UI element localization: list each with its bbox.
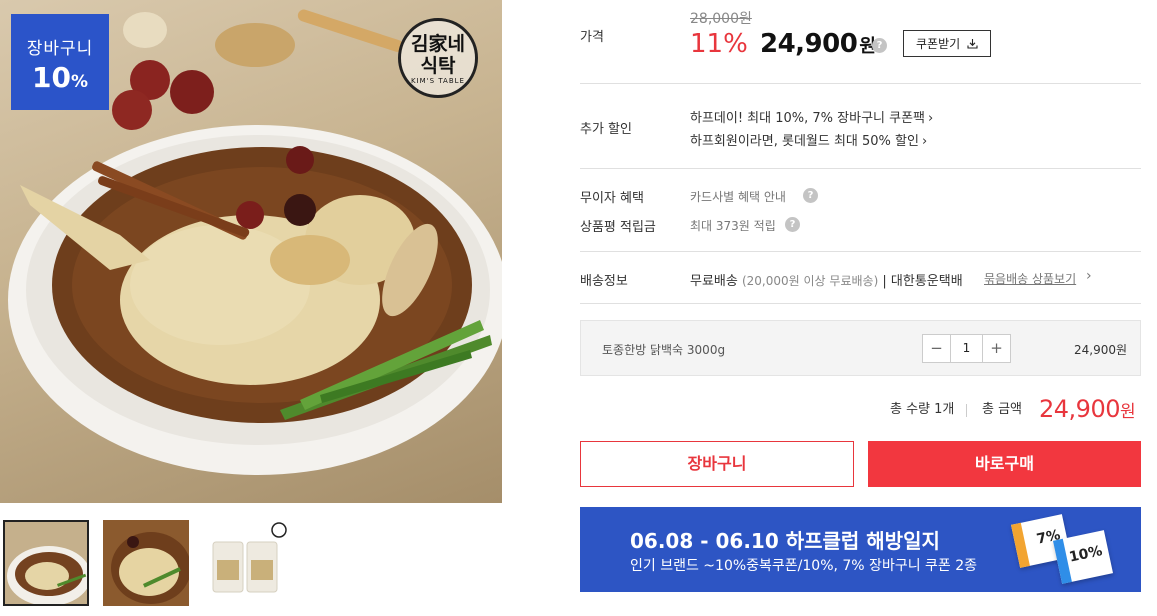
main-product-image: 장바구니 10% 김家네 식탁 KIM'S TABLE (0, 0, 502, 503)
chevron-right-icon: › (921, 134, 928, 149)
cart-discount-badge: 장바구니 10% (11, 14, 109, 110)
download-icon (967, 39, 978, 49)
thumbnail-3[interactable] (203, 520, 289, 606)
review-points-value: 최대 373원 적립 (690, 219, 776, 233)
quantity-minus-button[interactable]: − (923, 335, 950, 362)
thumbnail-image (203, 520, 289, 606)
banner-subtitle: 인기 브랜드 ~10%중복쿠폰/10%, 7% 장바구니 쿠폰 2종 (630, 558, 978, 574)
thumbnail-image (5, 522, 87, 604)
original-price: 28,000원 (690, 11, 752, 27)
coupon-ticket-10: 10% (1052, 530, 1114, 584)
sale-price: 24,900 원 (760, 29, 876, 59)
extra-discount-link-2[interactable]: 하프회원이라면, 롯데월드 최대 50% 할인 › (690, 130, 927, 149)
thumbnail-image (103, 520, 189, 606)
extra-discount-link-1[interactable]: 하프데이! 최대 10%, 7% 장바구니 쿠폰팩 › (690, 107, 933, 126)
badge-percent: 10% (31, 61, 88, 94)
discount-rate: 11% (690, 29, 748, 59)
divider (580, 251, 1141, 252)
chevron-right-icon: › (928, 111, 934, 126)
quantity-stepper: − 1 + (922, 334, 1011, 363)
bundle-shipping-link[interactable]: 묶음배송 상품보기 (984, 270, 1076, 287)
price-label: 가격 (580, 30, 604, 45)
total-quantity: 총 수량 1개 (890, 402, 955, 417)
divider (580, 168, 1141, 169)
extra-discount-label: 추가 할인 (580, 122, 632, 137)
badge-label: 장바구니 (26, 39, 94, 59)
shipping-label: 배송정보 (580, 274, 628, 289)
interest-free-value: 카드사별 혜택 안내 (690, 190, 786, 204)
divider (580, 303, 1141, 304)
total-amount: 24,900원 (1039, 395, 1136, 423)
shipping-info: 무료배송 (20,000원 이상 무료배송) | 대한통운택배 (690, 274, 963, 289)
option-name: 토종한방 닭백숙 3000g (602, 343, 726, 357)
quantity-input[interactable]: 1 (950, 335, 983, 362)
add-to-cart-button[interactable]: 장바구니 (580, 441, 854, 487)
brand-logo: 김家네 식탁 KIM'S TABLE (398, 18, 478, 98)
total-amount-label: 총 금액 (982, 402, 1023, 417)
review-points-label: 상품평 적립금 (580, 220, 656, 235)
interest-free-label: 무이자 혜택 (580, 191, 644, 206)
buy-now-button[interactable]: 바로구매 (868, 441, 1141, 487)
banner-title: 06.08 - 06.10 하프클럽 해방일지 (630, 529, 940, 553)
chevron-right-icon: › (1086, 268, 1092, 284)
thumbnail-1[interactable] (3, 520, 89, 606)
option-price: 24,900원 (1074, 343, 1128, 357)
coupon-download-button[interactable]: 쿠폰받기 (903, 30, 991, 57)
selected-option: 토종한방 닭백숙 3000g − 1 + 24,900원 (580, 320, 1141, 376)
divider (580, 83, 1141, 84)
price-question-icon[interactable]: ? (872, 38, 887, 53)
points-question-icon[interactable]: ? (785, 217, 800, 232)
quantity-plus-button[interactable]: + (983, 335, 1010, 362)
interest-question-icon[interactable]: ? (803, 188, 818, 203)
thumbnail-2[interactable] (103, 520, 189, 606)
promo-banner[interactable]: 06.08 - 06.10 하프클럽 해방일지 인기 브랜드 ~10%중복쿠폰/… (580, 507, 1141, 592)
total-divider (966, 404, 967, 417)
